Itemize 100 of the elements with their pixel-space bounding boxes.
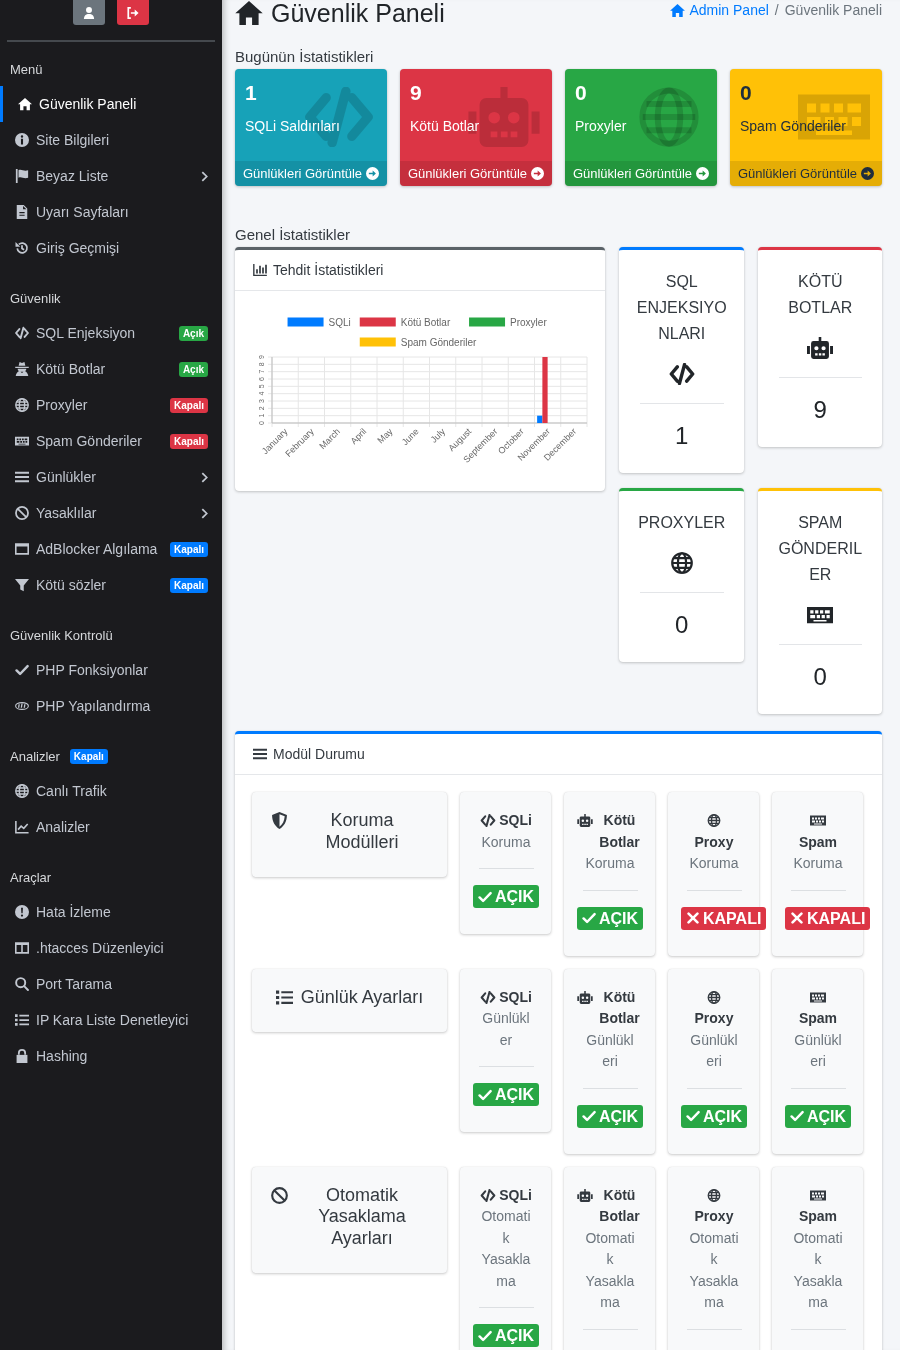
module-description: Koruma bbox=[792, 854, 844, 873]
spy-icon bbox=[15, 362, 29, 376]
check-icon bbox=[686, 1110, 700, 1122]
sidebar-item[interactable]: .htacces Düzenleyici bbox=[0, 930, 164, 966]
sidebar-item[interactable]: SQL Enjeksiyon bbox=[0, 315, 136, 351]
bar-chart-icon bbox=[253, 264, 267, 276]
sidebar-item[interactable]: PHP Fonksiyonlar bbox=[0, 652, 148, 688]
view-logs-link[interactable]: Günlükleri Görüntüle bbox=[565, 161, 717, 186]
breadcrumb-link[interactable]: Admin Panel bbox=[670, 2, 769, 18]
module-name: Kötü Botlar bbox=[598, 1185, 641, 1226]
cross-icon bbox=[790, 912, 804, 924]
history-icon bbox=[15, 241, 29, 255]
page-title: Güvenlik Paneli bbox=[271, 0, 445, 27]
module-description: Günlükleri bbox=[793, 1030, 843, 1071]
robot-icon bbox=[577, 1188, 593, 1202]
sidebar-item[interactable]: Canlı Trafik bbox=[0, 773, 107, 809]
module-description: Günlükleri bbox=[689, 1030, 739, 1071]
module-name: SQLi bbox=[499, 1185, 532, 1205]
status-badge: Kapalı bbox=[170, 541, 208, 557]
section-heading: Araçlar bbox=[10, 869, 52, 885]
home-icon bbox=[670, 3, 686, 17]
sidebar-item[interactable]: IP Kara Liste Denetleyici bbox=[0, 1002, 189, 1038]
check-icon bbox=[582, 912, 596, 924]
logout-button[interactable] bbox=[117, 0, 149, 25]
status-label: AÇIK bbox=[807, 1106, 847, 1127]
sidebar-item[interactable]: Yasaklılar bbox=[0, 495, 97, 531]
breadcrumb-current: Güvenlik Paneli bbox=[784, 2, 882, 18]
sidebar-item[interactable]: Spam Gönderiler bbox=[0, 423, 142, 459]
code-icon bbox=[480, 990, 497, 1004]
section-title: Bugünün İstatistikleri bbox=[235, 48, 375, 66]
module-name: Kötü Botlar bbox=[598, 811, 641, 852]
keyboard-icon bbox=[15, 434, 29, 448]
code-icon bbox=[480, 814, 497, 827]
stat-title: SPAM GÖNDERILER bbox=[777, 513, 864, 585]
sidebar-item[interactable]: Güvenlik Paneli bbox=[0, 86, 137, 122]
module-description: Koruma bbox=[480, 832, 532, 852]
status-badge: Kapalı bbox=[170, 433, 208, 449]
user-icon bbox=[83, 6, 95, 19]
status-label: AÇIK bbox=[495, 887, 535, 907]
stat-value: 1 bbox=[675, 421, 689, 451]
bars-icon bbox=[15, 470, 29, 484]
sidebar-item[interactable]: Kötü sözler bbox=[0, 567, 107, 603]
status-label: AÇIK bbox=[495, 1085, 535, 1105]
oval-logo-icon bbox=[15, 699, 29, 713]
sidebar-item[interactable]: Hata İzleme bbox=[0, 894, 111, 930]
robot-icon bbox=[577, 990, 593, 1004]
sidebar-item[interactable]: Kötü Botlar bbox=[0, 351, 106, 387]
sidebar-item[interactable]: Beyaz Liste bbox=[0, 158, 109, 194]
sidebar-item[interactable]: Analizler bbox=[0, 809, 90, 845]
window-icon bbox=[15, 542, 29, 556]
columns-icon bbox=[15, 941, 29, 955]
module-description: Koruma bbox=[688, 854, 740, 873]
sidebar-item[interactable]: AdBlocker Algılama bbox=[0, 531, 158, 567]
sidebar-item[interactable]: Port Tarama bbox=[0, 966, 112, 1002]
card-title: Modül Durumu bbox=[273, 746, 365, 762]
axis-tick-label: July bbox=[428, 426, 448, 445]
user-button[interactable] bbox=[73, 0, 105, 25]
keyboard-icon bbox=[807, 604, 834, 626]
home-icon bbox=[235, 1, 263, 25]
sidebar-item[interactable]: Site Bilgileri bbox=[0, 122, 110, 158]
globe-icon bbox=[668, 552, 695, 574]
status-label: AÇIK bbox=[599, 1106, 639, 1127]
line-chart-icon bbox=[15, 820, 29, 834]
code-icon bbox=[480, 1188, 497, 1202]
sidebar-item[interactable]: Uyarı Sayfaları bbox=[0, 194, 129, 230]
status-label: AÇIK bbox=[599, 908, 639, 929]
home-icon bbox=[18, 97, 32, 111]
check-icon bbox=[790, 1110, 804, 1122]
status-label: AÇIK bbox=[703, 1106, 743, 1127]
ban-icon bbox=[15, 506, 29, 520]
module-description: Otomatik Yasaklama bbox=[480, 1207, 532, 1291]
sidebar-item[interactable]: Hashing bbox=[0, 1038, 88, 1074]
stat-label: Proxyler bbox=[575, 117, 628, 136]
sidebar-item[interactable]: PHP Yapılandırma bbox=[0, 688, 151, 724]
section-heading: Güvenlik bbox=[10, 290, 61, 306]
sidebar-item[interactable]: Günlükler bbox=[0, 459, 96, 495]
stat-number: 1 bbox=[245, 81, 258, 105]
check-icon bbox=[478, 890, 492, 903]
keyboard-icon bbox=[810, 814, 826, 827]
status-badge: Açık bbox=[178, 361, 208, 377]
status-label: AÇIK bbox=[495, 1326, 535, 1346]
logout-icon bbox=[127, 6, 139, 19]
globe-icon bbox=[706, 990, 722, 1004]
stat-number: 9 bbox=[410, 81, 423, 105]
stat-title: PROXYLER bbox=[637, 513, 727, 533]
code-icon bbox=[668, 363, 695, 385]
check-icon bbox=[478, 1329, 492, 1342]
sidebar-item[interactable]: Giriş Geçmişi bbox=[0, 230, 120, 266]
check-icon bbox=[478, 1088, 492, 1101]
check-icon bbox=[15, 663, 29, 677]
view-logs-link[interactable]: Günlükleri Görüntüle bbox=[235, 161, 387, 186]
view-logs-link[interactable]: Günlükleri Görüntüle bbox=[730, 161, 882, 186]
module-name: Proxy bbox=[694, 1009, 734, 1028]
module-name: SQLi bbox=[499, 987, 532, 1007]
section-heading: Menü bbox=[10, 61, 43, 77]
section-title: Genel İstatistikler bbox=[235, 226, 352, 244]
sidebar-item[interactable]: Proxyler bbox=[0, 387, 88, 423]
view-logs-link[interactable]: Günlükleri Görüntüle bbox=[400, 161, 552, 186]
stat-value: 0 bbox=[813, 662, 827, 692]
robot-icon bbox=[807, 337, 834, 359]
